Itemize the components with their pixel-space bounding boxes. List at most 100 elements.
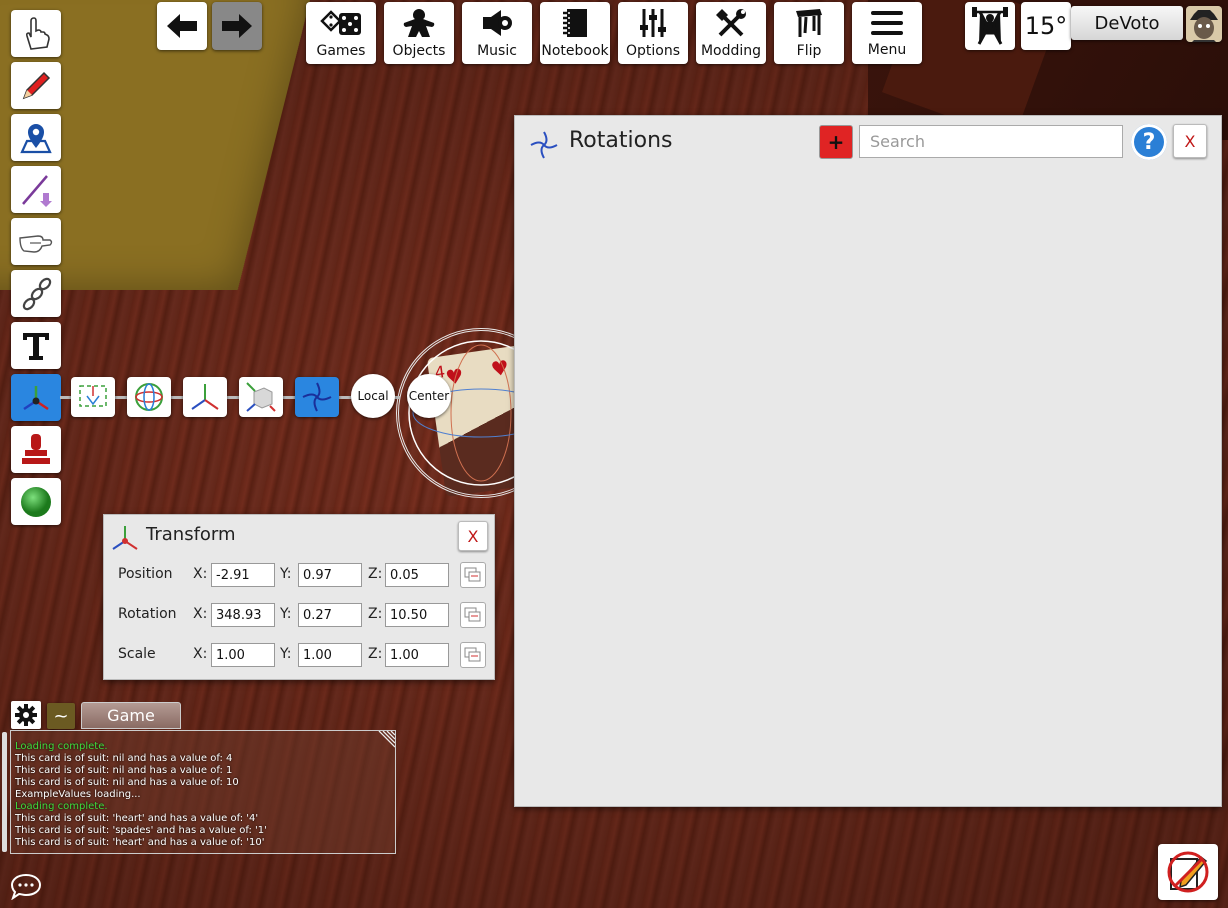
games-menu-button[interactable]: Games	[306, 2, 376, 64]
gizmo-select-button[interactable]	[71, 377, 115, 417]
chat-log: Loading complete. This card is of suit: …	[10, 730, 396, 854]
center-toggle[interactable]: Center	[407, 374, 451, 418]
position-y-label: Y:	[280, 566, 292, 582]
transform-panel-title: Transform	[146, 524, 236, 545]
notes-toggle-button[interactable]	[1158, 844, 1218, 900]
add-rotation-button[interactable]: +	[819, 125, 853, 159]
flick-tool-button[interactable]	[11, 218, 61, 265]
line-tool-icon	[22, 174, 52, 207]
move-axes-icon	[191, 384, 219, 410]
no-notes-icon	[1167, 851, 1209, 893]
rotation-y-input[interactable]	[298, 603, 362, 627]
gizmo-rotations-button[interactable]	[295, 377, 339, 417]
main-menu-button[interactable]: Menu	[852, 2, 922, 64]
speaker-icon	[483, 10, 512, 36]
draw-tool-button[interactable]	[11, 62, 61, 109]
undo-button[interactable]	[157, 2, 207, 50]
options-menu-label: Options	[625, 43, 681, 59]
gizmo-scale-button[interactable]	[239, 377, 283, 417]
gizmo-move-button[interactable]	[183, 377, 227, 417]
notebook-menu-button[interactable]: Notebook	[540, 2, 610, 64]
position-y-input[interactable]	[298, 563, 362, 587]
stamp-tool-button[interactable]	[11, 426, 61, 473]
gizmo-tool-button[interactable]	[11, 374, 61, 421]
dice-icon	[320, 10, 361, 35]
position-x-input[interactable]	[211, 563, 275, 587]
table-icon	[796, 9, 822, 37]
pointer-tool-button[interactable]	[11, 10, 61, 57]
joint-icon	[22, 277, 52, 310]
transform-close-button[interactable]: X	[458, 521, 488, 551]
avatar[interactable]	[1186, 6, 1222, 42]
rotation-copy-button[interactable]	[460, 602, 486, 628]
rotations-icon	[302, 382, 332, 412]
redo-button[interactable]	[212, 2, 262, 50]
chat-line: This card is of suit: 'heart' and has a …	[15, 837, 265, 848]
chat-line: This card is of suit: nil and has a valu…	[15, 753, 233, 764]
resize-handle-icon[interactable]	[377, 731, 395, 749]
text-tool-icon	[23, 332, 49, 360]
rotate-rings-icon	[135, 383, 163, 411]
select-box-icon	[79, 385, 107, 407]
scale-y-label: Y:	[280, 646, 292, 662]
color-ball-icon	[21, 486, 51, 517]
position-x-label: X:	[193, 566, 208, 582]
rotations-panel: Rotations + ? X	[514, 115, 1222, 807]
scale-z-input[interactable]	[385, 643, 449, 667]
copy-icon	[464, 607, 481, 622]
player-name[interactable]: DeVoto	[1071, 6, 1183, 40]
games-menu-label: Games	[316, 43, 366, 59]
scale-x-input[interactable]	[211, 643, 275, 667]
modding-menu-button[interactable]: Modding	[696, 2, 766, 64]
local-toggle[interactable]: Local	[351, 374, 395, 418]
transform-axes-icon	[112, 526, 138, 550]
scale-x-label: X:	[193, 646, 208, 662]
chat-bubble-icon	[10, 873, 42, 901]
fov-display[interactable]: 15°	[1021, 2, 1071, 50]
objects-menu-label: Objects	[392, 43, 446, 59]
scale-y-input[interactable]	[298, 643, 362, 667]
weightlifter-button[interactable]	[965, 2, 1015, 50]
transform-panel: Transform X Position X: Y: Z: Rotation X…	[103, 514, 495, 680]
console-toggle-button[interactable]: ~	[47, 703, 75, 729]
chat-bubble-button[interactable]	[10, 872, 42, 904]
color-tool-button[interactable]	[11, 478, 61, 525]
map-pin-tool-button[interactable]	[11, 114, 61, 161]
objects-menu-button[interactable]: Objects	[384, 2, 454, 64]
chat-line: This card is of suit: nil and has a valu…	[15, 765, 233, 776]
sliders-icon	[640, 9, 666, 37]
options-menu-button[interactable]: Options	[618, 2, 688, 64]
scale-cube-icon	[246, 382, 276, 412]
line-tool-button[interactable]	[11, 166, 61, 213]
help-button[interactable]: ?	[1131, 124, 1167, 160]
notebook-menu-label: Notebook	[541, 43, 609, 59]
rotations-panel-title: Rotations	[569, 128, 673, 153]
rotation-x-input[interactable]	[211, 603, 275, 627]
chat-settings-button[interactable]	[11, 701, 41, 729]
rotation-z-input[interactable]	[385, 603, 449, 627]
chat-line: This card is of suit: 'spades' and has a…	[15, 825, 267, 836]
text-tool-button[interactable]	[11, 322, 61, 369]
chat-line: ExampleValues loading...	[15, 789, 141, 800]
flick-icon	[19, 234, 53, 253]
flip-menu-label: Flip	[796, 43, 822, 59]
position-copy-button[interactable]	[460, 562, 486, 588]
flip-menu-button[interactable]: Flip	[774, 2, 844, 64]
joint-tool-button[interactable]	[11, 270, 61, 317]
tab-game[interactable]: Game	[81, 702, 181, 729]
music-menu-button[interactable]: Music	[462, 2, 532, 64]
rotation-x-label: X:	[193, 606, 208, 622]
rotations-close-button[interactable]: X	[1173, 124, 1207, 158]
chat-line: Loading complete.	[15, 741, 108, 752]
position-z-input[interactable]	[385, 563, 449, 587]
chat-line: This card is of suit: nil and has a valu…	[15, 777, 239, 788]
search-input[interactable]	[859, 125, 1123, 158]
rotations-icon	[530, 131, 558, 159]
meeple-icon	[403, 9, 435, 37]
pointer-icon	[25, 16, 50, 50]
pencil-icon	[22, 71, 51, 99]
scale-copy-button[interactable]	[460, 642, 486, 668]
chat-scrollbar[interactable]	[2, 732, 7, 852]
avatar-icon	[1186, 6, 1222, 42]
gizmo-rotate-button[interactable]	[127, 377, 171, 417]
